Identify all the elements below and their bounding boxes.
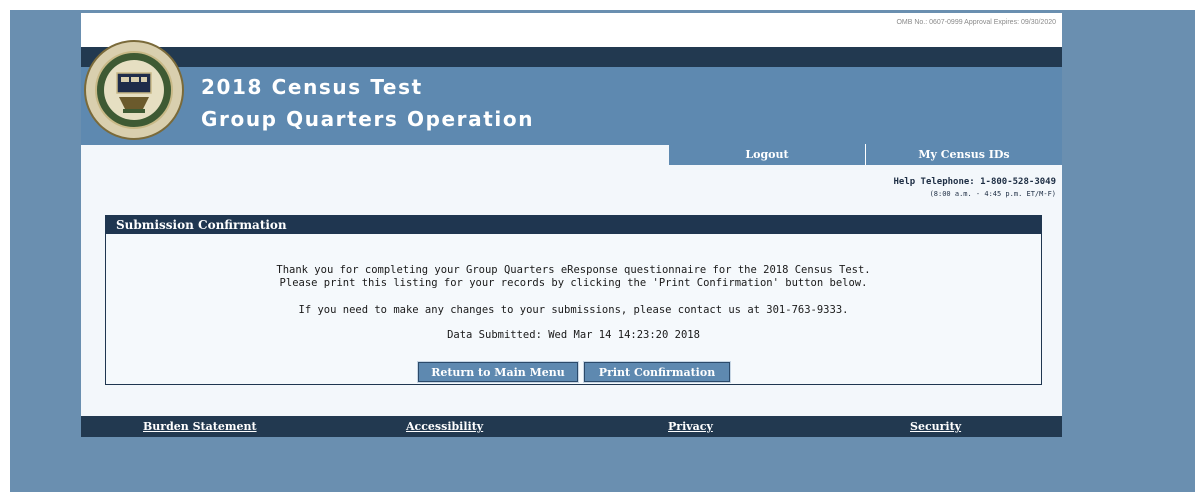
submitted-timestamp: Data Submitted: Wed Mar 14 14:23:20 2018	[447, 329, 700, 341]
census-page: OMB No.: 0607-0999 Approval Expires: 09/…	[81, 13, 1062, 437]
page-title-line2: Group Quarters Operation	[201, 107, 535, 131]
confirmation-actions: Return to Main Menu Print Confirmation	[417, 361, 731, 383]
top-strip: OMB No.: 0607-0999 Approval Expires: 09/…	[81, 13, 1062, 47]
help-info: Help Telephone: 1-800-528-3049 (8:00 a.m…	[893, 177, 1056, 198]
help-telephone: Help Telephone: 1-800-528-3049	[893, 177, 1056, 187]
header-dark-band	[81, 47, 1062, 67]
panel-heading: Submission Confirmation	[106, 216, 1041, 234]
footer-link-accessibility[interactable]: Accessibility	[406, 420, 483, 433]
top-nav: Logout My Census IDs	[669, 144, 1062, 165]
my-census-ids-button[interactable]: My Census IDs	[866, 144, 1062, 165]
print-confirmation-button[interactable]: Print Confirmation	[583, 361, 731, 383]
logout-button[interactable]: Logout	[669, 144, 866, 165]
census-bureau-seal-icon	[83, 39, 185, 141]
submission-confirmation-panel: Submission Confirmation Thank you for co…	[105, 215, 1042, 385]
omb-notice: OMB No.: 0607-0999 Approval Expires: 09/…	[896, 19, 1056, 26]
footer-bar: Burden Statement Accessibility Privacy S…	[81, 416, 1062, 437]
help-hours: (8:00 a.m. - 4:45 p.m. ET/M-F)	[929, 190, 1056, 198]
print-instructions-text: Please print this listing for your recor…	[279, 277, 868, 289]
footer-link-privacy[interactable]: Privacy	[668, 420, 713, 433]
footer-link-burden-statement[interactable]: Burden Statement	[143, 420, 257, 433]
thank-you-text: Thank you for completing your Group Quar…	[276, 264, 871, 276]
page-title-line1: 2018 Census Test	[201, 75, 423, 99]
footer-link-security[interactable]: Security	[910, 420, 961, 433]
contact-text: If you need to make any changes to your …	[298, 304, 849, 316]
return-to-main-menu-button[interactable]: Return to Main Menu	[417, 361, 579, 383]
